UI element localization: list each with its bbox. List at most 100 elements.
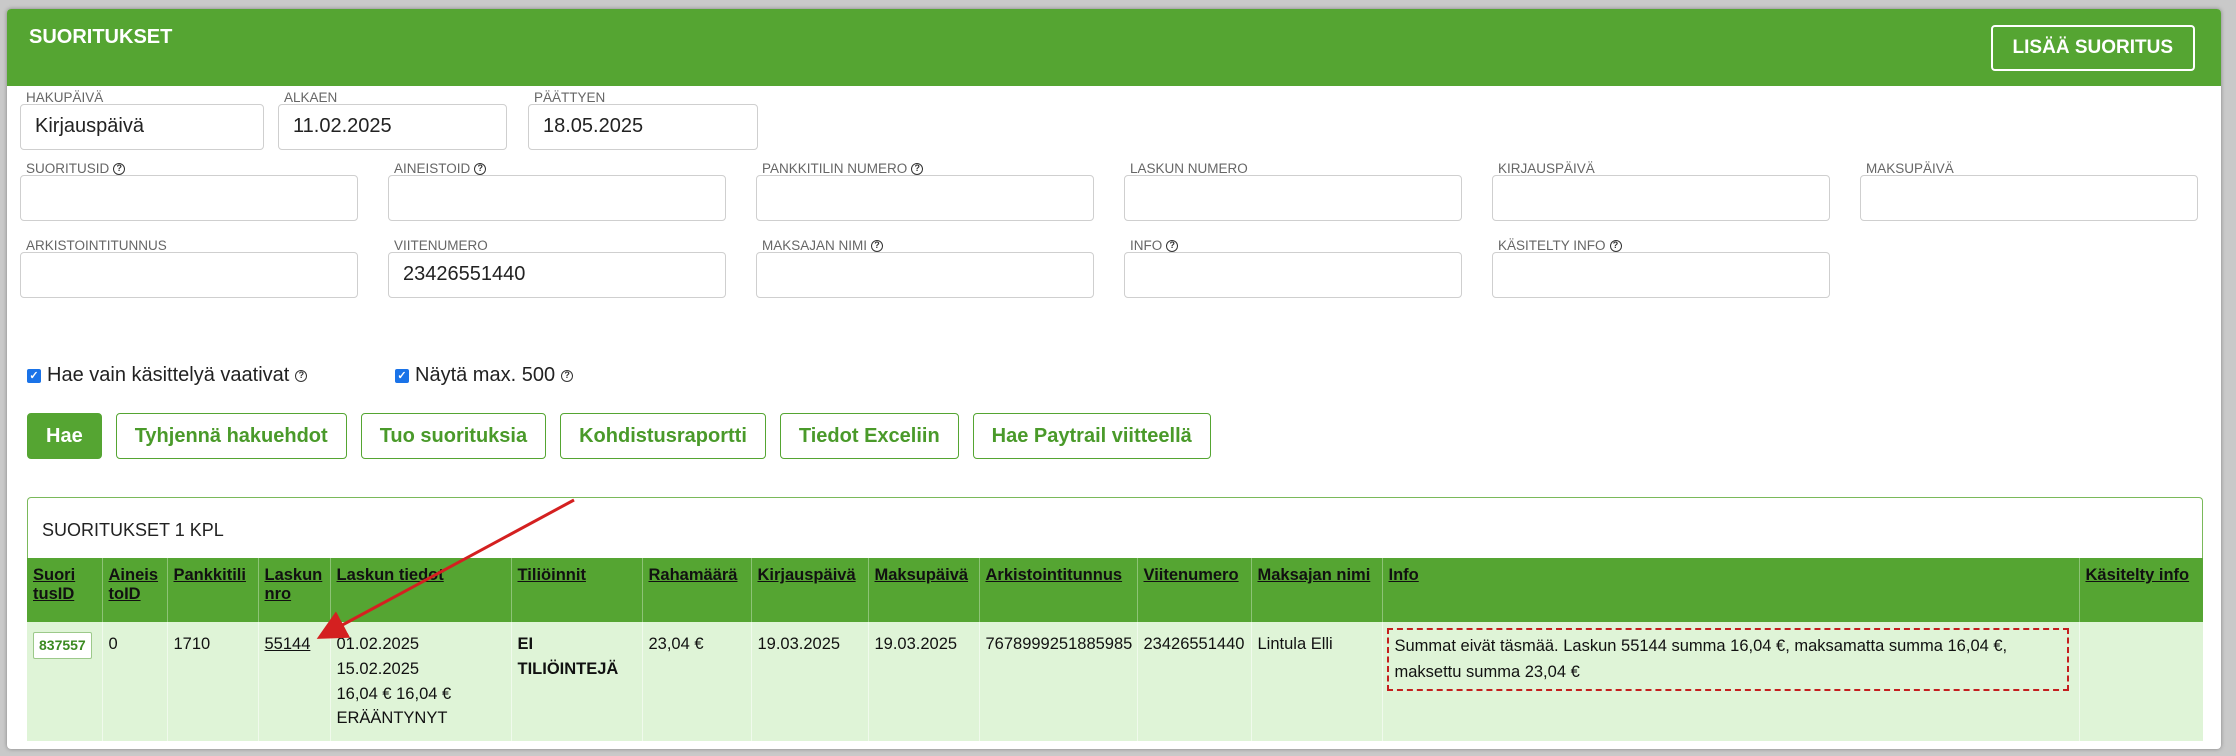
field-label: SUORITUSID? [26,161,126,176]
column-header[interactable]: Aineis toID [102,558,168,622]
export-excel-button[interactable]: Tiedot Exceliin [779,413,959,459]
column-header[interactable]: Suori tusID [27,558,103,622]
payment-date-field: MAKSUPÄIVÄ [1860,161,2198,223]
help-icon[interactable]: ? [113,162,126,175]
search-date-type-select[interactable]: Kirjauspäivä [20,104,264,150]
column-header[interactable]: Maksajan nimi [1251,558,1383,622]
field-label: VIITENUMERO [394,238,488,253]
payment-id-field: SUORITUSID? [20,161,358,223]
booking-date-field: KIRJAUSPÄIVÄ [1492,161,1830,223]
results-title: SUORITUKSET 1 KPL [42,520,224,540]
info-input[interactable] [1124,252,1462,298]
import-payments-button[interactable]: Tuo suorituksia [360,413,547,459]
processed-info-input[interactable] [1492,252,1830,298]
cell-invoice-number: 55144 [258,622,331,741]
help-icon[interactable]: ? [474,162,487,175]
field-label: KIRJAUSPÄIVÄ [1498,161,1595,176]
invoice-number-field: LASKUN NUMERO [1124,161,1462,223]
cell-booking-date: 19.03.2025 [751,622,869,741]
payment-id-link[interactable]: 837557 [33,632,92,659]
field-label: MAKSAJAN NIMI? [762,238,884,253]
payer-name-field: MAKSAJAN NIMI? [756,238,1094,300]
cell-payment-id: 837557 [27,622,103,741]
booking-date-input[interactable] [1492,175,1830,221]
reference-number-field: VIITENUMERO 23426551440 [388,238,726,300]
cell-processed-info [2079,622,2204,741]
reference-number-input[interactable]: 23426551440 [388,252,726,298]
results-panel: SUORITUKSET 1 KPL [27,497,2203,567]
field-label: INFO? [1130,238,1179,253]
help-icon[interactable]: ? [871,239,884,252]
field-label: MAKSUPÄIVÄ [1866,161,1954,176]
column-header[interactable]: Viitenumero [1137,558,1252,622]
cell-payer-name: Lintula Elli [1251,622,1383,741]
column-header[interactable]: Laskun nro [258,558,331,622]
page-header: SUORITUKSET LISÄÄ SUORITUS [7,9,2221,86]
invoice-number-input[interactable] [1124,175,1462,221]
column-header[interactable]: Info [1382,558,2080,622]
material-id-input[interactable] [388,175,726,221]
archive-code-input[interactable] [20,252,358,298]
archive-code-field: ARKISTOINTITUNNUS [20,238,358,300]
field-label: ALKAEN [284,90,338,105]
field-label: ARKISTOINTITUNNUS [26,238,167,253]
column-header[interactable]: Rahamäärä [642,558,752,622]
action-buttons: Hae Tyhjennä hakuehdot Tuo suorituksia K… [27,413,1211,459]
bank-account-field: PANKKITILIN NUMERO? [756,161,1094,223]
page-title: SUORITUKSET [29,26,173,48]
payment-date-input[interactable] [1860,175,2198,221]
cell-archive-code: 7678999251885985 [979,622,1138,741]
cell-reference-number: 23426551440 [1137,622,1252,741]
clear-filters-button[interactable]: Tyhjennä hakuehdot [115,413,347,459]
table-header-row: Suori tusID Aineis toID Pankkitili Lasku… [27,558,2204,622]
payer-name-input[interactable] [756,252,1094,298]
column-header[interactable]: Maksupäivä [868,558,980,622]
table-row: 837557 0 1710 55144 01.02.2025 15.02.202… [27,622,2204,741]
search-date-type-field: HAKUPÄIVÄ Kirjauspäivä [20,90,264,152]
column-header[interactable]: Tiliöinnit [511,558,643,622]
payment-id-input[interactable] [20,175,358,221]
field-label: PÄÄTTYEN [534,90,606,105]
help-icon[interactable]: ? [1166,239,1179,252]
cell-postings: EI TILIÖINTEJÄ [511,622,643,741]
search-button[interactable]: Hae [27,413,102,459]
only-requiring-processing-checkbox[interactable]: ✓ Hae vain käsittelyä vaativat ? [27,364,308,387]
help-icon[interactable]: ? [561,369,574,382]
cell-bank-account: 1710 [167,622,259,741]
help-icon[interactable]: ? [911,162,924,175]
invoice-link[interactable]: 55144 [265,635,311,653]
field-label: AINEISTOID? [394,161,487,176]
column-header[interactable]: Kirjauspäivä [751,558,869,622]
help-icon[interactable]: ? [1609,239,1622,252]
end-date-field: PÄÄTTYEN 18.05.2025 [528,90,758,152]
info-annotation-box: Summat eivät täsmää. Laskun 55144 summa … [1386,628,2069,692]
field-label: HAKUPÄIVÄ [26,90,104,105]
processed-info-field: KÄSITELTY INFO? [1492,238,1830,300]
column-header[interactable]: Laskun tiedot [330,558,512,622]
add-payment-button[interactable]: LISÄÄ SUORITUS [1990,25,2195,71]
column-header[interactable]: Käsitelty info [2079,558,2204,622]
paytrail-search-button[interactable]: Hae Paytrail viitteellä [972,413,1211,459]
cell-amount: 23,04 € [642,622,752,741]
allocation-report-button[interactable]: Kohdistusraportti [560,413,766,459]
payments-table: Suori tusID Aineis toID Pankkitili Lasku… [27,558,2204,741]
cell-material-id: 0 [102,622,168,741]
cell-info: Summat eivät täsmää. Laskun 55144 summa … [1382,622,2080,741]
info-field: INFO? [1124,238,1462,300]
end-date-input[interactable]: 18.05.2025 [528,104,758,150]
material-id-field: AINEISTOID? [388,161,726,223]
bank-account-input[interactable] [756,175,1094,221]
start-date-input[interactable]: 11.02.2025 [278,104,507,150]
column-header[interactable]: Arkistointitunnus [979,558,1138,622]
cell-invoice-details: 01.02.2025 15.02.2025 16,04 € 16,04 € ER… [330,622,512,741]
payments-card: SUORITUKSET LISÄÄ SUORITUS HAKUPÄIVÄ Kir… [7,9,2221,749]
checkbox-checked-icon[interactable]: ✓ [27,368,41,383]
field-label: PANKKITILIN NUMERO? [762,161,924,176]
start-date-field: ALKAEN 11.02.2025 [278,90,507,152]
column-header[interactable]: Pankkitili [167,558,259,622]
field-label: KÄSITELTY INFO? [1498,238,1622,253]
cell-payment-date: 19.03.2025 [868,622,980,741]
checkbox-checked-icon[interactable]: ✓ [395,368,409,383]
show-max-500-checkbox[interactable]: ✓ Näytä max. 500 ? [395,364,574,387]
help-icon[interactable]: ? [295,369,308,382]
